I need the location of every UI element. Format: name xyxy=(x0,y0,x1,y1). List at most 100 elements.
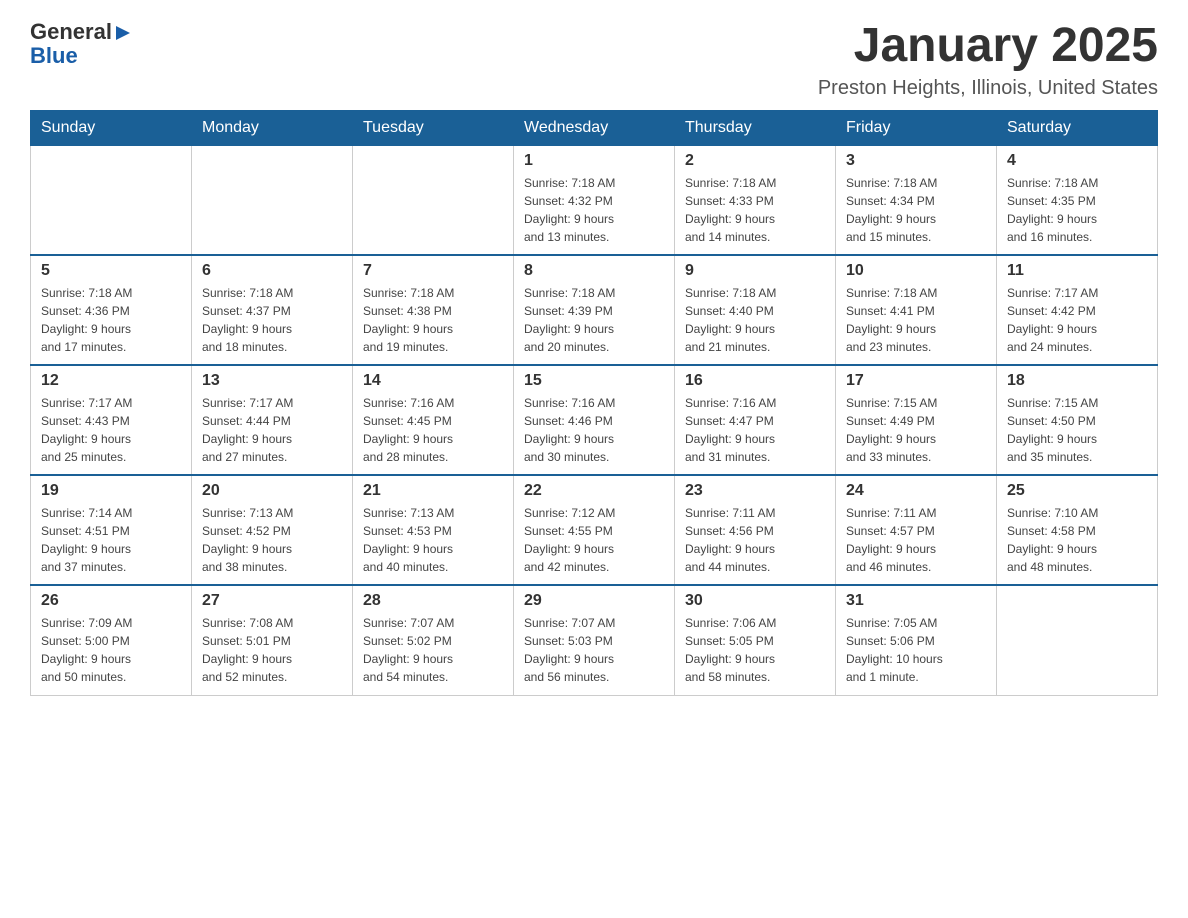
calendar-cell-w4d6: 24 Sunrise: 7:11 AMSunset: 4:57 PMDayligh… xyxy=(836,475,997,585)
calendar-cell-w3d4: 15 Sunrise: 7:16 AMSunset: 4:46 PMDayligh… xyxy=(514,365,675,475)
calendar-cell-w4d1: 19 Sunrise: 7:14 AMSunset: 4:51 PMDayligh… xyxy=(31,475,192,585)
day-number: 6 xyxy=(202,262,342,280)
calendar-cell-w4d7: 25 Sunrise: 7:10 AMSunset: 4:58 PMDayligh… xyxy=(997,475,1158,585)
day-info: Sunrise: 7:17 AMSunset: 4:44 PMDaylight:… xyxy=(202,394,342,466)
calendar-cell-w3d5: 16 Sunrise: 7:16 AMSunset: 4:47 PMDayligh… xyxy=(675,365,836,475)
calendar-week-3: 12Sunrise: 7:17 AMSunset: 4:43 PMDayligh… xyxy=(31,365,1158,475)
day-number: 22 xyxy=(524,482,664,500)
header-thursday: Thursday xyxy=(675,110,836,145)
day-number: 18 xyxy=(1007,372,1147,390)
day-info: Sunrise: 7:15 AMSunset: 4:50 PMDaylight:… xyxy=(1007,394,1147,466)
calendar-cell-w1d1 xyxy=(31,145,192,255)
calendar-cell-w2d2: 6 Sunrise: 7:18 AMSunset: 4:37 PMDaylight… xyxy=(192,255,353,365)
day-number: 7 xyxy=(363,262,503,280)
calendar-cell-w1d5: 2Sunrise: 7:18 AMSunset: 4:33 PMDaylight… xyxy=(675,145,836,255)
day-number: 17 xyxy=(846,372,986,390)
day-number: 3 xyxy=(846,152,986,170)
calendar-cell-w3d7: 18 Sunrise: 7:15 AMSunset: 4:50 PMDayligh… xyxy=(997,365,1158,475)
day-info: Sunrise: 7:05 AMSunset: 5:06 PMDaylight:… xyxy=(846,614,986,686)
day-number: 2 xyxy=(685,152,825,170)
calendar-cell-w4d3: 21 Sunrise: 7:13 AMSunset: 4:53 PMDayligh… xyxy=(353,475,514,585)
header-tuesday: Tuesday xyxy=(353,110,514,145)
calendar-cell-w2d4: 8 Sunrise: 7:18 AMSunset: 4:39 PMDaylight… xyxy=(514,255,675,365)
calendar-cell-w4d5: 23Sunrise: 7:11 AMSunset: 4:56 PMDayligh… xyxy=(675,475,836,585)
calendar-title: January 2025 xyxy=(818,20,1158,73)
day-info: Sunrise: 7:18 AMSunset: 4:40 PMDaylight:… xyxy=(685,284,825,356)
calendar-table: Sunday Monday Tuesday Wednesday Thursday… xyxy=(30,110,1158,696)
logo: General Blue xyxy=(30,20,132,68)
day-number: 12 xyxy=(41,372,181,390)
calendar-cell-w1d3 xyxy=(353,145,514,255)
day-number: 4 xyxy=(1007,152,1147,170)
day-number: 15 xyxy=(524,372,664,390)
logo-general: General xyxy=(30,20,112,44)
day-number: 21 xyxy=(363,482,503,500)
calendar-header-row: Sunday Monday Tuesday Wednesday Thursday… xyxy=(31,110,1158,145)
calendar-cell-w5d7 xyxy=(997,585,1158,695)
day-number: 20 xyxy=(202,482,342,500)
calendar-cell-w3d6: 17 Sunrise: 7:15 AMSunset: 4:49 PMDayligh… xyxy=(836,365,997,475)
day-number: 19 xyxy=(41,482,181,500)
day-number: 23 xyxy=(685,482,825,500)
logo-arrow-icon xyxy=(114,24,132,42)
header-saturday: Saturday xyxy=(997,110,1158,145)
calendar-subtitle: Preston Heights, Illinois, United States xyxy=(818,77,1158,100)
day-number: 24 xyxy=(846,482,986,500)
day-info: Sunrise: 7:09 AMSunset: 5:00 PMDaylight:… xyxy=(41,614,181,686)
day-number: 16 xyxy=(685,372,825,390)
header-friday: Friday xyxy=(836,110,997,145)
day-info: Sunrise: 7:16 AMSunset: 4:46 PMDaylight:… xyxy=(524,394,664,466)
title-section: January 2025 Preston Heights, Illinois, … xyxy=(818,20,1158,100)
calendar-week-4: 19 Sunrise: 7:14 AMSunset: 4:51 PMDayligh… xyxy=(31,475,1158,585)
day-number: 14 xyxy=(363,372,503,390)
day-info: Sunrise: 7:13 AMSunset: 4:52 PMDaylight:… xyxy=(202,504,342,576)
day-info: Sunrise: 7:14 AMSunset: 4:51 PMDaylight:… xyxy=(41,504,181,576)
day-info: Sunrise: 7:18 AMSunset: 4:41 PMDaylight:… xyxy=(846,284,986,356)
calendar-cell-w2d5: 9 Sunrise: 7:18 AMSunset: 4:40 PMDaylight… xyxy=(675,255,836,365)
day-info: Sunrise: 7:15 AMSunset: 4:49 PMDaylight:… xyxy=(846,394,986,466)
day-number: 1 xyxy=(524,152,664,170)
day-number: 31 xyxy=(846,592,986,610)
day-info: Sunrise: 7:10 AMSunset: 4:58 PMDaylight:… xyxy=(1007,504,1147,576)
day-number: 28 xyxy=(363,592,503,610)
logo-blue: Blue xyxy=(30,44,132,68)
day-info: Sunrise: 7:18 AMSunset: 4:32 PMDaylight:… xyxy=(524,174,664,246)
day-number: 11 xyxy=(1007,262,1147,280)
day-info: Sunrise: 7:18 AMSunset: 4:39 PMDaylight:… xyxy=(524,284,664,356)
calendar-cell-w5d3: 28 Sunrise: 7:07 AMSunset: 5:02 PMDayligh… xyxy=(353,585,514,695)
day-number: 8 xyxy=(524,262,664,280)
day-info: Sunrise: 7:06 AMSunset: 5:05 PMDaylight:… xyxy=(685,614,825,686)
day-info: Sunrise: 7:17 AMSunset: 4:42 PMDaylight:… xyxy=(1007,284,1147,356)
day-info: Sunrise: 7:13 AMSunset: 4:53 PMDaylight:… xyxy=(363,504,503,576)
calendar-cell-w1d7: 4 Sunrise: 7:18 AMSunset: 4:35 PMDaylight… xyxy=(997,145,1158,255)
calendar-cell-w2d1: 5Sunrise: 7:18 AMSunset: 4:36 PMDaylight… xyxy=(31,255,192,365)
day-info: Sunrise: 7:16 AMSunset: 4:47 PMDaylight:… xyxy=(685,394,825,466)
day-number: 30 xyxy=(685,592,825,610)
day-info: Sunrise: 7:12 AMSunset: 4:55 PMDaylight:… xyxy=(524,504,664,576)
calendar-cell-w5d6: 31 Sunrise: 7:05 AMSunset: 5:06 PMDayligh… xyxy=(836,585,997,695)
calendar-cell-w3d1: 12Sunrise: 7:17 AMSunset: 4:43 PMDayligh… xyxy=(31,365,192,475)
day-info: Sunrise: 7:18 AMSunset: 4:35 PMDaylight:… xyxy=(1007,174,1147,246)
day-number: 25 xyxy=(1007,482,1147,500)
day-number: 29 xyxy=(524,592,664,610)
day-number: 26 xyxy=(41,592,181,610)
calendar-cell-w1d2 xyxy=(192,145,353,255)
day-info: Sunrise: 7:18 AMSunset: 4:37 PMDaylight:… xyxy=(202,284,342,356)
day-number: 13 xyxy=(202,372,342,390)
calendar-week-2: 5Sunrise: 7:18 AMSunset: 4:36 PMDaylight… xyxy=(31,255,1158,365)
calendar-cell-w5d4: 29 Sunrise: 7:07 AMSunset: 5:03 PMDayligh… xyxy=(514,585,675,695)
calendar-week-5: 26 Sunrise: 7:09 AMSunset: 5:00 PMDayligh… xyxy=(31,585,1158,695)
calendar-cell-w4d4: 22 Sunrise: 7:12 AMSunset: 4:55 PMDayligh… xyxy=(514,475,675,585)
calendar-cell-w5d2: 27Sunrise: 7:08 AMSunset: 5:01 PMDayligh… xyxy=(192,585,353,695)
day-info: Sunrise: 7:11 AMSunset: 4:57 PMDaylight:… xyxy=(846,504,986,576)
day-info: Sunrise: 7:16 AMSunset: 4:45 PMDaylight:… xyxy=(363,394,503,466)
header-monday: Monday xyxy=(192,110,353,145)
day-number: 9 xyxy=(685,262,825,280)
header-wednesday: Wednesday xyxy=(514,110,675,145)
day-info: Sunrise: 7:08 AMSunset: 5:01 PMDaylight:… xyxy=(202,614,342,686)
day-info: Sunrise: 7:07 AMSunset: 5:02 PMDaylight:… xyxy=(363,614,503,686)
day-info: Sunrise: 7:07 AMSunset: 5:03 PMDaylight:… xyxy=(524,614,664,686)
calendar-cell-w5d1: 26 Sunrise: 7:09 AMSunset: 5:00 PMDayligh… xyxy=(31,585,192,695)
calendar-week-1: 1 Sunrise: 7:18 AMSunset: 4:32 PMDaylight… xyxy=(31,145,1158,255)
day-number: 10 xyxy=(846,262,986,280)
